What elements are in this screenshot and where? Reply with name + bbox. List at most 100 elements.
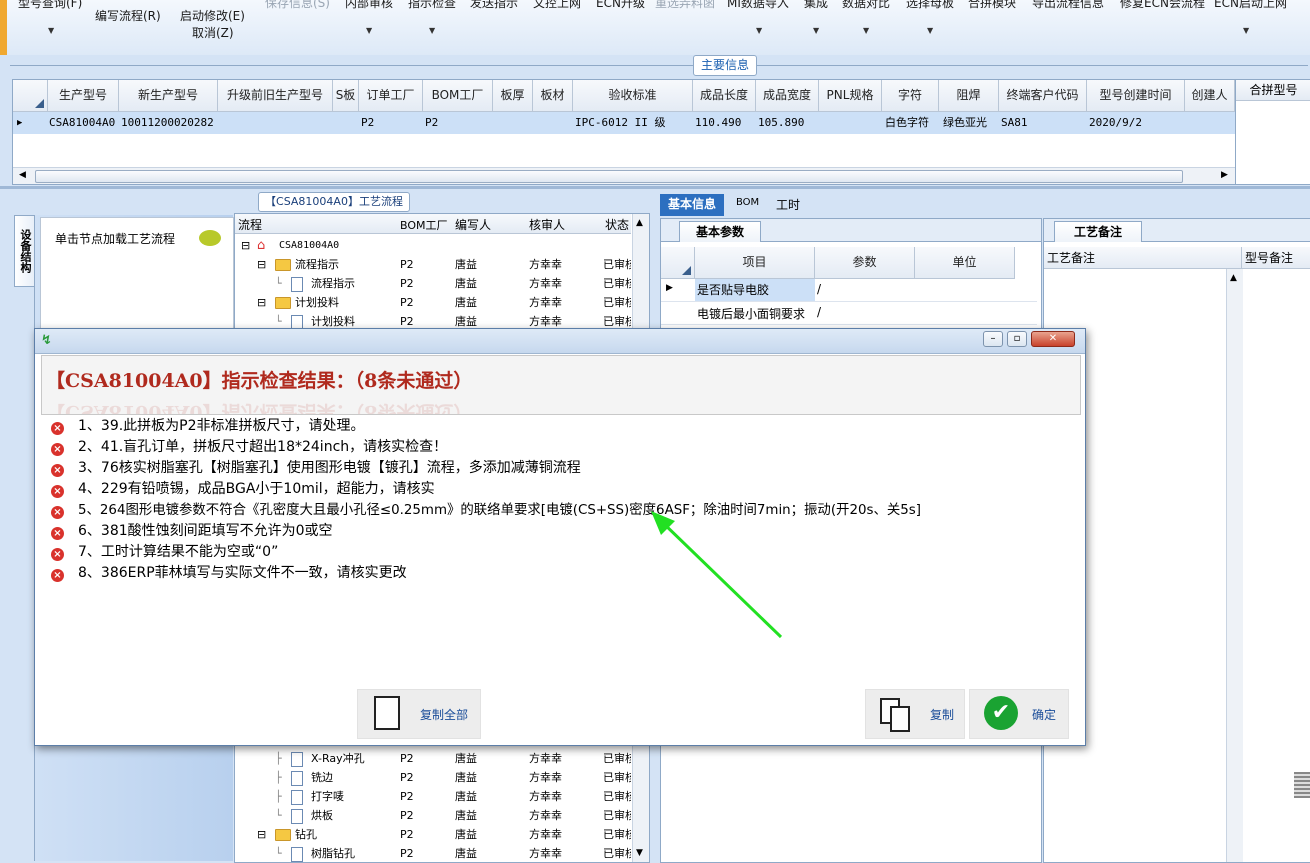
toolbar-doc-online[interactable]: 文控上网 <box>533 0 581 11</box>
param-value[interactable]: / <box>817 282 821 296</box>
tree-row[interactable]: ⊟ 钻孔 P2 唐益 方幸幸 已审核 <box>235 825 645 844</box>
col-header[interactable]: 板厚 <box>493 80 533 112</box>
col-header[interactable]: 参数 <box>815 247 915 279</box>
ok-button[interactable]: ✔ 确定 <box>969 689 1069 739</box>
scroll-up-icon[interactable]: ▲ <box>636 218 643 228</box>
tab-bom[interactable]: BOM <box>736 197 759 208</box>
toolbar-merge-module[interactable]: 合拼模块 <box>968 0 1016 11</box>
toolbar-ecn-upgrade[interactable]: ECN升级 <box>596 0 645 11</box>
toolbar-save[interactable]: 保存信息(S) <box>265 0 330 11</box>
table-row[interactable]: 电镀后最小面铜要求 / <box>661 302 1037 325</box>
tab-basic-info[interactable]: 基本信息 <box>660 194 724 216</box>
chevron-down-icon[interactable]: ▼ <box>366 26 372 35</box>
remarks-col-model[interactable]: 型号备注 <box>1242 247 1310 269</box>
list-item[interactable]: × 6、381酸性蚀刻间距填写不允许为0或空 <box>51 521 333 542</box>
side-vertical-tab[interactable]: 设备结构 <box>14 215 35 287</box>
chevron-down-icon[interactable]: ▼ <box>863 26 869 35</box>
col-header[interactable]: 验收标准 <box>573 80 693 112</box>
merge-model-header[interactable]: 合拼型号 <box>1236 80 1310 101</box>
splitter[interactable] <box>0 186 1310 189</box>
list-item[interactable]: × 8、386ERP菲林填写与实际文件不一致，请核实更改 <box>51 563 407 584</box>
tree-col-writer[interactable]: 编写人 <box>455 216 491 233</box>
scroll-left-icon[interactable]: ◀ <box>19 170 26 180</box>
col-header[interactable]: 终端客户代码 <box>999 80 1087 112</box>
toolbar-fix-ecn[interactable]: 修复ECN会流程 <box>1120 0 1205 11</box>
toolbar-reselect[interactable]: 重选弄料函 <box>655 0 715 11</box>
col-header[interactable]: 单位 <box>915 247 1015 279</box>
col-header[interactable]: 升级前旧生产型号 <box>218 80 333 112</box>
toolbar-data-compare[interactable]: 数据对比 <box>842 0 890 11</box>
col-header[interactable]: 创建人 <box>1185 80 1235 112</box>
toolbar-send-indication[interactable]: 发送指示 <box>470 0 518 11</box>
chevron-down-icon[interactable]: ▼ <box>813 26 819 35</box>
list-item[interactable]: × 1、39.此拼板为P2非标准拼板尺寸，请处理。 <box>51 416 365 437</box>
col-header[interactable]: 项目 <box>695 247 815 279</box>
toolbar-export-flow[interactable]: 导出流程信息 <box>1032 0 1104 11</box>
remarks-col-process[interactable]: 工艺备注 <box>1044 247 1242 269</box>
table-row[interactable]: ▶ 是否贴导电胶 / <box>661 279 1037 302</box>
chevron-down-icon[interactable]: ▼ <box>927 26 933 35</box>
tree-row[interactable]: ├ 打字唛 P2 唐益 方幸幸 已审核 <box>235 787 645 806</box>
minimize-button[interactable]: – <box>983 331 1003 347</box>
tree-row[interactable]: └ 烘板 P2 唐益 方幸幸 已审核 <box>235 806 645 825</box>
toolbar-ecn-online[interactable]: ECN启动上网 <box>1214 0 1287 11</box>
table-row[interactable]: ▶ CSA81004A0 10011200020282 P2 P2 IPC-60… <box>13 112 1235 134</box>
tree-col-reviewer[interactable]: 核审人 <box>529 216 565 233</box>
toolbar-start-edit[interactable]: 启动修改(E) <box>180 7 245 24</box>
scrollbar-thumb[interactable] <box>35 170 1183 183</box>
collapse-icon[interactable]: ⊟ <box>257 825 266 844</box>
col-header[interactable]: PNL规格 <box>819 80 882 112</box>
horizontal-scrollbar[interactable]: ◀ ▶ <box>13 167 1235 184</box>
tree-node-root[interactable]: ⊟ ⌂ CSA81004A0 <box>235 236 645 255</box>
maximize-button[interactable]: ▫ <box>1007 331 1027 347</box>
collapse-icon[interactable]: ⊟ <box>241 236 250 255</box>
toolbar-select-master[interactable]: 选择母板 <box>906 0 954 11</box>
col-header[interactable]: 阻焊 <box>939 80 999 112</box>
copy-button[interactable]: 复制 <box>865 689 965 739</box>
col-header[interactable]: 生产型号 <box>48 80 119 112</box>
close-button[interactable]: ✕ <box>1031 331 1075 347</box>
list-item[interactable]: × 4、229有铅喷锡，成品BGA小于10mil，超能力，请核实 <box>51 479 435 500</box>
tab-hours[interactable]: 工时 <box>776 196 800 213</box>
tree-col-bom[interactable]: BOM工厂 <box>400 217 448 233</box>
tree-col-flow[interactable]: 流程 <box>238 216 262 233</box>
col-header[interactable]: 订单工厂 <box>359 80 423 112</box>
toolbar-cancel[interactable]: 取消(Z) <box>192 24 234 41</box>
dialog-titlebar[interactable]: ↯ – ▫ ✕ <box>35 329 1085 354</box>
resize-grip[interactable] <box>1294 772 1310 798</box>
toolbar-indication-check[interactable]: 指示检查 <box>408 0 456 11</box>
col-header[interactable]: S板 <box>333 80 359 112</box>
col-header[interactable]: 成品宽度 <box>756 80 819 112</box>
copy-all-button[interactable]: 复制全部 <box>357 689 481 739</box>
chevron-down-icon[interactable]: ▼ <box>48 26 54 35</box>
col-header[interactable]: 新生产型号 <box>119 80 218 112</box>
speech-bubble-icon[interactable] <box>199 230 221 246</box>
side-hint-box[interactable]: 单击节点加载工艺流程 <box>40 217 234 329</box>
col-header[interactable]: 字符 <box>882 80 939 112</box>
chevron-down-icon[interactable]: ▼ <box>1243 26 1249 35</box>
tree-row[interactable]: └ 流程指示 P2 唐益 方幸幸 已审核 <box>235 274 645 293</box>
tree-col-status[interactable]: 状态 <box>605 216 629 233</box>
tab-basic-params[interactable]: 基本参数 <box>679 221 761 242</box>
collapse-icon[interactable]: ⊟ <box>257 255 266 274</box>
list-item[interactable]: × 7、工时计算结果不能为空或“0” <box>51 542 278 563</box>
toolbar-mi-import[interactable]: MI数据导入 <box>727 0 789 11</box>
remarks-scrollbar[interactable]: ▲ <box>1226 269 1243 862</box>
list-item[interactable]: × 2、41.盲孔订单，拼板尺寸超出18*24inch，请核实检查！ <box>51 437 447 458</box>
chevron-down-icon[interactable]: ▼ <box>756 26 762 35</box>
col-header[interactable]: 板材 <box>533 80 573 112</box>
tree-row[interactable]: ├ X-Ray冲孔 P2 唐益 方幸幸 已审核 <box>235 749 645 768</box>
tab-process-remarks[interactable]: 工艺备注 <box>1054 221 1142 242</box>
col-header[interactable]: 型号创建时间 <box>1087 80 1185 112</box>
toolbar-integrate[interactable]: 集成 <box>804 0 828 11</box>
tree-row[interactable]: ├ 铣边 P2 唐益 方幸幸 已审核 <box>235 768 645 787</box>
param-value[interactable]: / <box>817 305 821 319</box>
tree-row[interactable]: ⊟ 计划投料 P2 唐益 方幸幸 已审核 <box>235 293 645 312</box>
list-item[interactable]: × 3、76核实树脂塞孔【树脂塞孔】使用图形电镀【镀孔】流程，多添加减薄铜流程 <box>51 458 581 479</box>
toolbar-write-flow[interactable]: 编写流程(R) <box>95 7 161 24</box>
col-header[interactable]: BOM工厂 <box>423 80 493 112</box>
scroll-up-icon[interactable]: ▲ <box>1230 273 1237 283</box>
toolbar-internal-review[interactable]: 内部审核 <box>345 0 393 11</box>
tree-row[interactable]: ⊟ 流程指示 P2 唐益 方幸幸 已审核 <box>235 255 645 274</box>
chevron-down-icon[interactable]: ▼ <box>429 26 435 35</box>
